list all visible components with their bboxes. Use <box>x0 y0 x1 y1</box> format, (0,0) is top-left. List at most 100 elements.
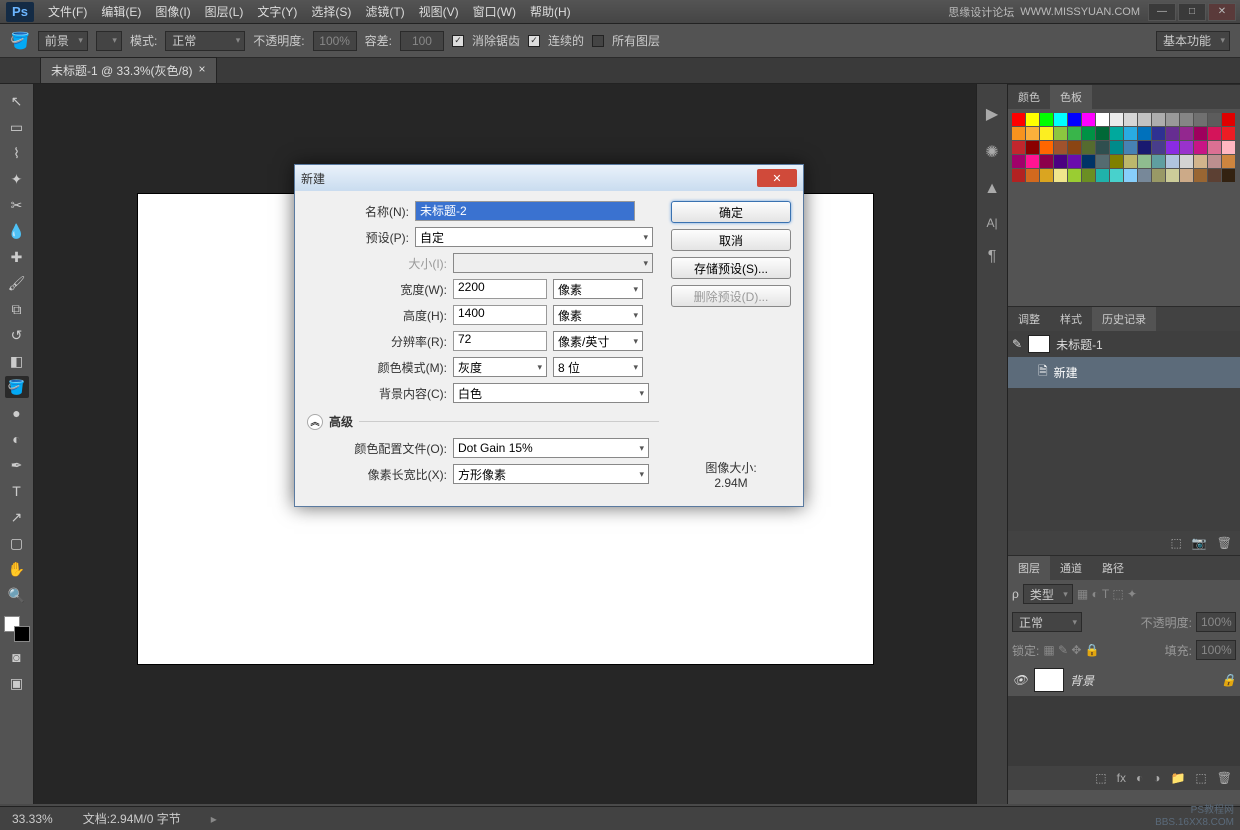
swatch[interactable] <box>1054 155 1067 168</box>
layer-fill-input[interactable]: 100% <box>1196 640 1236 660</box>
swatch[interactable] <box>1208 141 1221 154</box>
opacity-input[interactable]: 100% <box>313 31 357 51</box>
swatch[interactable] <box>1180 127 1193 140</box>
color-mode-dropdown[interactable]: 灰度 <box>453 357 547 377</box>
swatch[interactable] <box>1180 169 1193 182</box>
color-swatches[interactable] <box>4 616 30 642</box>
menu-help[interactable]: 帮助(H) <box>530 3 571 20</box>
swatch[interactable] <box>1068 155 1081 168</box>
swatch[interactable] <box>1082 127 1095 140</box>
swatch[interactable] <box>1040 127 1053 140</box>
tab-styles[interactable]: 样式 <box>1050 307 1092 331</box>
swatch[interactable] <box>1096 155 1109 168</box>
menu-image[interactable]: 图像(I) <box>155 3 190 20</box>
swatch[interactable] <box>1166 141 1179 154</box>
swatch[interactable] <box>1040 141 1053 154</box>
tab-paths[interactable]: 路径 <box>1092 556 1134 580</box>
swatch[interactable] <box>1152 155 1165 168</box>
swatch[interactable] <box>1026 169 1039 182</box>
tolerance-input[interactable]: 100 <box>400 31 444 51</box>
swatch[interactable] <box>1096 141 1109 154</box>
new-layer-icon[interactable]: ⬚ <box>1195 771 1206 785</box>
swatch[interactable] <box>1166 155 1179 168</box>
swatch[interactable] <box>1208 169 1221 182</box>
swatch[interactable] <box>1012 141 1025 154</box>
path-tool[interactable]: ↗ <box>5 506 29 528</box>
wand-tool[interactable]: ✦ <box>5 168 29 190</box>
tab-color[interactable]: 颜色 <box>1008 85 1050 109</box>
tab-swatches[interactable]: 色板 <box>1050 85 1092 109</box>
swatch[interactable] <box>1040 113 1053 126</box>
document-tab[interactable]: 未标题-1 @ 33.3%(灰色/8) × <box>40 57 217 83</box>
type-tool[interactable]: T <box>5 480 29 502</box>
tab-layers[interactable]: 图层 <box>1008 556 1050 580</box>
link-icon[interactable]: ⬚ <box>1095 771 1106 785</box>
swatch[interactable] <box>1152 127 1165 140</box>
menu-file[interactable]: 文件(F) <box>48 3 87 20</box>
swatch[interactable] <box>1012 113 1025 126</box>
swatch[interactable] <box>1138 155 1151 168</box>
swatch[interactable] <box>1138 141 1151 154</box>
camera-icon[interactable]: 📷 <box>1192 536 1207 550</box>
marquee-tool[interactable]: ▭ <box>5 116 29 138</box>
swatch[interactable] <box>1194 141 1207 154</box>
save-preset-button[interactable]: 存储预设(S)... <box>671 257 791 279</box>
menu-type[interactable]: 文字(Y) <box>257 3 297 20</box>
swatch[interactable] <box>1124 169 1137 182</box>
visibility-icon[interactable]: 👁 <box>1012 673 1028 687</box>
tab-channels[interactable]: 通道 <box>1050 556 1092 580</box>
workspace-dropdown[interactable]: 基本功能 <box>1156 31 1230 51</box>
swatch[interactable] <box>1110 113 1123 126</box>
width-unit-dropdown[interactable]: 像素 <box>553 279 643 299</box>
swatch[interactable] <box>1110 141 1123 154</box>
document-info[interactable]: 文档:2.94M/0 字节 <box>83 810 181 827</box>
swatch[interactable] <box>1068 127 1081 140</box>
height-unit-dropdown[interactable]: 像素 <box>553 305 643 325</box>
swatch[interactable] <box>1082 169 1095 182</box>
profile-dropdown[interactable]: Dot Gain 15% <box>453 438 649 458</box>
swatch[interactable] <box>1096 169 1109 182</box>
zoom-tool[interactable]: 🔍 <box>5 584 29 606</box>
minimize-button[interactable]: — <box>1148 3 1176 21</box>
swatch[interactable] <box>1068 141 1081 154</box>
swatch[interactable] <box>1040 155 1053 168</box>
swatch[interactable] <box>1152 169 1165 182</box>
all-layers-checkbox[interactable] <box>592 35 604 47</box>
close-button[interactable]: ✕ <box>1208 3 1236 21</box>
swatch[interactable] <box>1124 141 1137 154</box>
swatch[interactable] <box>1110 155 1123 168</box>
width-input[interactable]: 2200 <box>453 279 547 299</box>
history-brush-tool[interactable]: ↺ <box>5 324 29 346</box>
history-step[interactable]: 🗎 新建 <box>1008 357 1240 388</box>
ok-button[interactable]: 确定 <box>671 201 791 223</box>
layer-blend-dropdown[interactable]: 正常 <box>1012 612 1082 632</box>
swatch[interactable] <box>1110 127 1123 140</box>
eraser-tool[interactable]: ◧ <box>5 350 29 372</box>
cancel-button[interactable]: 取消 <box>671 229 791 251</box>
menu-layer[interactable]: 图层(L) <box>205 3 244 20</box>
lasso-tool[interactable]: ⌇ <box>5 142 29 164</box>
swatch[interactable] <box>1124 127 1137 140</box>
layer-filter-dropdown[interactable]: 类型 <box>1023 584 1073 604</box>
name-input[interactable]: 未标题-2 <box>415 201 635 221</box>
heal-tool[interactable]: ✚ <box>5 246 29 268</box>
paragraph-icon[interactable]: ¶ <box>988 248 997 266</box>
chevron-up-icon[interactable]: ︽ <box>307 414 323 430</box>
swatch[interactable] <box>1208 127 1221 140</box>
swatch[interactable] <box>1222 141 1235 154</box>
swatch[interactable] <box>1138 113 1151 126</box>
compass-icon[interactable]: ✺ <box>985 142 998 162</box>
shape-tool[interactable]: ▢ <box>5 532 29 554</box>
history-document[interactable]: ✎ 未标题-1 <box>1008 331 1240 357</box>
swatch[interactable] <box>1194 169 1207 182</box>
stamp-tool[interactable]: ⧉ <box>5 298 29 320</box>
play-icon[interactable]: ▶ <box>986 104 998 124</box>
swatch[interactable] <box>1124 155 1137 168</box>
dialog-close-button[interactable]: ✕ <box>757 169 797 187</box>
swatch[interactable] <box>1082 113 1095 126</box>
swatch[interactable] <box>1152 113 1165 126</box>
swatch[interactable] <box>1194 113 1207 126</box>
fill-source-dropdown[interactable]: 前景 <box>38 31 88 51</box>
swatch[interactable] <box>1096 113 1109 126</box>
swatch[interactable] <box>1054 113 1067 126</box>
